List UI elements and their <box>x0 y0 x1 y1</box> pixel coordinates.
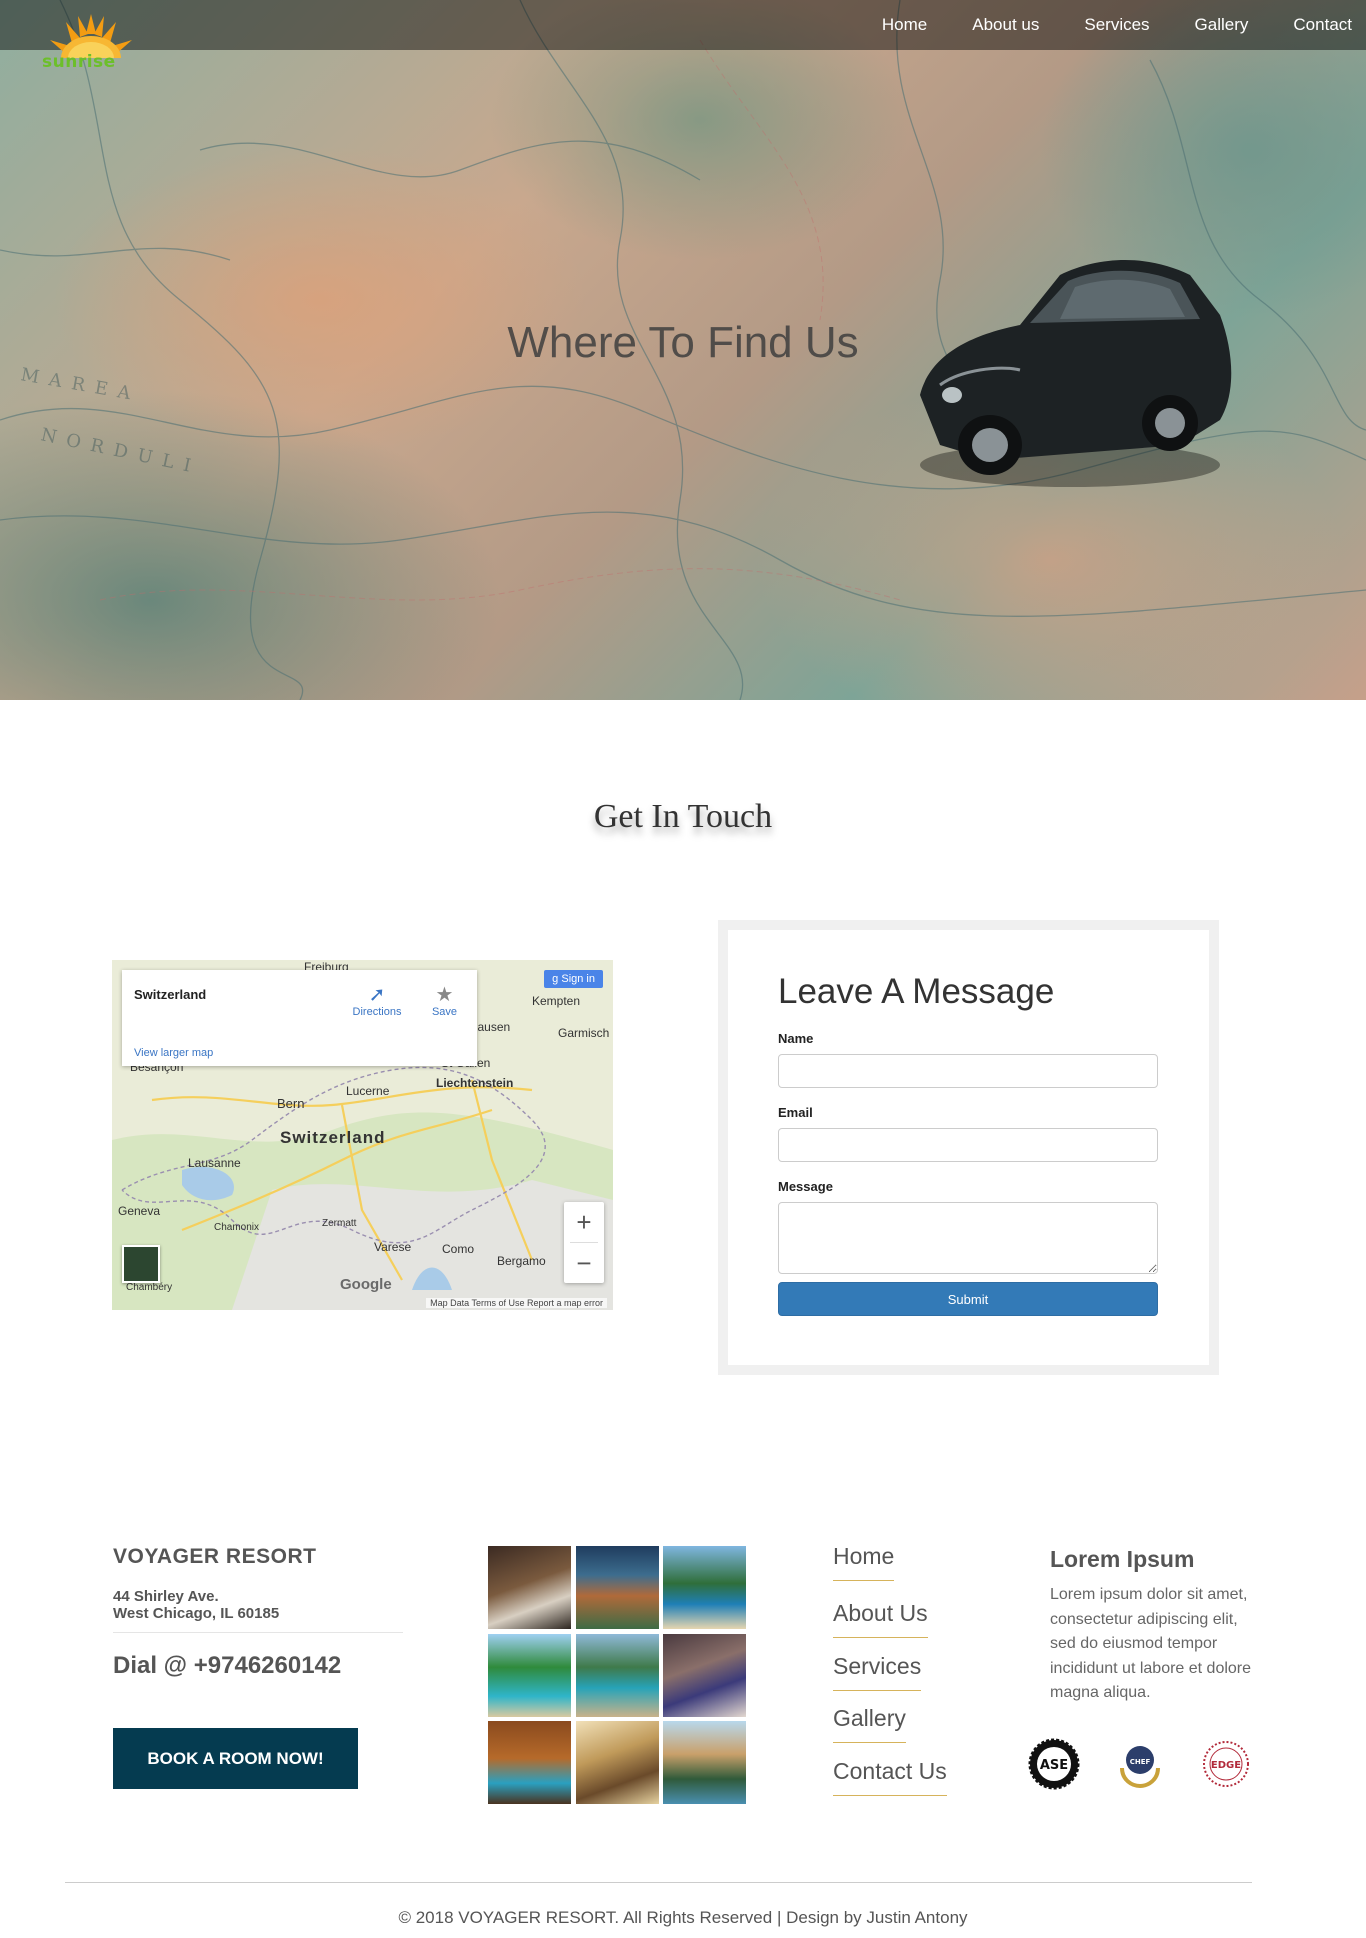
map-save-button[interactable]: ★ Save <box>422 984 467 1018</box>
nav-about-us[interactable]: About us <box>972 15 1039 35</box>
footer-divider <box>65 1882 1252 1883</box>
view-larger-map-link[interactable]: View larger map <box>134 1047 213 1059</box>
map-label-bergamo: Bergamo <box>497 1254 546 1268</box>
map-label-como: Como <box>442 1242 475 1256</box>
address-line-1: 44 Shirley Ave. <box>113 1588 219 1605</box>
lorem-title: Lorem Ipsum <box>1050 1546 1195 1572</box>
chef-badge-icon: CHEF <box>1120 1746 1160 1789</box>
map-embed[interactable]: Freiburg Kempten Garmisch Besançon St Ga… <box>112 960 613 1310</box>
lorem-text: Lorem ipsum dolor sit amet, consectetur … <box>1050 1586 1252 1701</box>
svg-text:NORDULI: NORDULI <box>39 424 203 478</box>
hero-title: Where To Find Us <box>507 318 859 367</box>
footer-link-gallery[interactable]: Gallery <box>833 1705 906 1743</box>
edge-badge-icon: EDGE <box>1203 1741 1249 1787</box>
section-title: Get In Touch <box>593 798 773 835</box>
toy-car-image <box>920 260 1232 487</box>
gallery-thumb-tropical-pool[interactable] <box>488 1633 571 1717</box>
map-label-garmisch: Garmisch <box>558 1026 610 1040</box>
resort-address: 44 Shirley Ave. West Chicago, IL 60185 <box>113 1588 279 1622</box>
gallery-thumb-lodge[interactable] <box>575 1546 659 1629</box>
copyright-text: © 2018 VOYAGER RESORT. All Rights Reserv… <box>398 1908 968 1927</box>
form-title: Leave A Message <box>778 972 1055 1011</box>
nav-home[interactable]: Home <box>882 15 927 35</box>
email-label: Email <box>778 1105 813 1120</box>
submit-button[interactable]: Submit <box>778 1282 1158 1316</box>
address-line-2: West Chicago, IL 60185 <box>113 1605 280 1622</box>
map-label-varese: Varese <box>374 1240 412 1254</box>
zoom-in-button[interactable]: + <box>564 1202 604 1242</box>
google-logo: Google <box>340 1276 392 1293</box>
gallery-thumb-resort-aerial[interactable] <box>575 1633 659 1717</box>
resort-divider <box>113 1632 403 1633</box>
hero-banner: MAREA NORDULI sunrise Home About us Serv… <box>0 0 1366 700</box>
map-save-label: Save <box>431 1006 458 1018</box>
star-icon: ★ <box>435 984 454 1006</box>
logo-text: sunrise <box>42 52 116 72</box>
map-directions-button[interactable]: ➚ Directions <box>347 984 407 1018</box>
map-label-geneva: Geneva <box>118 1204 161 1218</box>
satellite-toggle[interactable] <box>122 1245 160 1283</box>
map-zoom-controls: + − <box>564 1202 604 1283</box>
nav-services[interactable]: Services <box>1084 15 1149 35</box>
footer-gallery <box>488 1546 746 1804</box>
name-input[interactable] <box>778 1054 1158 1088</box>
message-form: Leave A Message Name Email Message Submi… <box>728 930 1209 1365</box>
directions-icon: ➚ <box>368 984 386 1006</box>
map-label-chamonix: Chamonix <box>214 1222 260 1233</box>
map-label-liechtenstein: Liechtenstein <box>436 1076 514 1090</box>
map-attribution[interactable]: Map Data Terms of Use Report a map error <box>426 1298 607 1308</box>
name-label: Name <box>778 1031 814 1046</box>
svg-text:CHEF: CHEF <box>1130 1758 1151 1766</box>
footer-link-home[interactable]: Home <box>833 1543 895 1581</box>
svg-text:ASE: ASE <box>1040 1758 1068 1773</box>
gallery-thumb-suite[interactable] <box>663 1633 746 1717</box>
footer-link-contact-us[interactable]: Contact Us <box>833 1758 947 1796</box>
footer-link-services[interactable]: Services <box>833 1653 922 1691</box>
map-label-lausanne: Lausanne <box>188 1156 241 1170</box>
map-label-switzerland: Switzerland <box>280 1128 386 1147</box>
map-label-bern: Bern <box>277 1096 305 1111</box>
map-label-zermatt: Zermatt <box>322 1218 357 1229</box>
resort-name: VOYAGER RESORT <box>113 1545 317 1568</box>
message-form-card: Leave A Message Name Email Message Submi… <box>718 920 1219 1375</box>
ase-badge-icon: ASE <box>1028 1738 1080 1790</box>
map-label-kempten: Kempten <box>532 994 581 1008</box>
gallery-thumb-room[interactable] <box>488 1546 571 1629</box>
svg-text:EDGE: EDGE <box>1211 1760 1241 1771</box>
dial-number: Dial @ +9746260142 <box>113 1652 342 1679</box>
zoom-out-button[interactable]: − <box>564 1243 604 1283</box>
nav-contact[interactable]: Contact <box>1293 15 1352 35</box>
map-sign-in-button[interactable]: g Sign in <box>544 970 603 988</box>
gallery-thumb-pavilion[interactable] <box>663 1721 746 1804</box>
map-place-name: Switzerland <box>134 987 207 1002</box>
main-nav: Home About us Services Gallery Contact <box>837 0 1352 50</box>
email-input[interactable] <box>778 1128 1158 1162</box>
map-label-chambery: Chambéry <box>126 1282 173 1293</box>
map-place-card: Switzerland ➚ Directions ★ Save View lar… <box>122 970 477 1066</box>
map-sign-in-label: Sign in <box>561 973 595 985</box>
svg-text:MAREA: MAREA <box>19 364 142 406</box>
message-label: Message <box>778 1179 833 1194</box>
gallery-thumb-lobby[interactable] <box>575 1721 659 1804</box>
map-label-lucerne: Lucerne <box>346 1084 390 1098</box>
message-textarea[interactable] <box>778 1202 1158 1274</box>
footer-link-about-us[interactable]: About Us <box>833 1600 928 1638</box>
gallery-thumb-pool-palms[interactable] <box>663 1546 746 1629</box>
gallery-thumb-villa[interactable] <box>488 1721 571 1804</box>
book-room-button[interactable]: BOOK A ROOM NOW! <box>113 1728 358 1789</box>
google-plus-icon: g <box>552 973 562 985</box>
nav-gallery[interactable]: Gallery <box>1195 15 1249 35</box>
map-directions-label: Directions <box>352 1006 402 1018</box>
